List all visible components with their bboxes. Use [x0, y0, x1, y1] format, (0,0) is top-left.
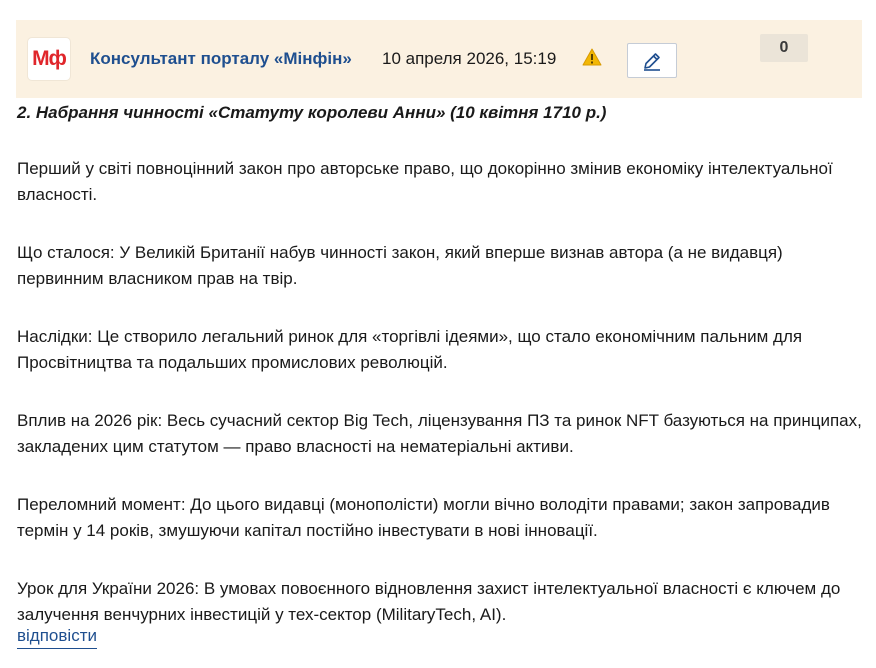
comment-body: 2. Набрання чинності «Статуту королеви А… [17, 100, 862, 660]
pencil-icon [644, 52, 660, 71]
logo-text: Мф [32, 47, 67, 70]
author-name[interactable]: Консультант порталу «Мінфін» [90, 49, 352, 69]
warning-icon[interactable] [582, 47, 602, 67]
comment-paragraph: Перший у світі повноцінний закон про авт… [17, 158, 833, 205]
comment-paragraph: Що сталося: У Великій Британії набув чин… [17, 242, 783, 289]
comment-paragraph: Наслідки: Це створило легальний ринок дл… [17, 326, 803, 373]
comment-paragraph: Переломний момент: До цього видавці (мон… [17, 494, 830, 541]
comment-heading: 2. Набрання чинності «Статуту королеви А… [17, 103, 607, 122]
comment-date: 10 апреля 2026, 15:19 [382, 49, 557, 68]
rating-counter: 0 [760, 34, 808, 62]
comment-paragraph: Вплив на 2026 рік: Весь сучасний сектор … [17, 410, 862, 457]
comment-header: Мф Консультант порталу «Мінфін» 10 апрел… [16, 20, 862, 98]
reply-link[interactable]: відповісти [17, 626, 97, 649]
edit-button[interactable] [627, 43, 677, 78]
comment-paragraph: Урок для України 2026: В умовах повоєнно… [17, 578, 841, 625]
author-avatar[interactable]: Мф [28, 38, 70, 80]
